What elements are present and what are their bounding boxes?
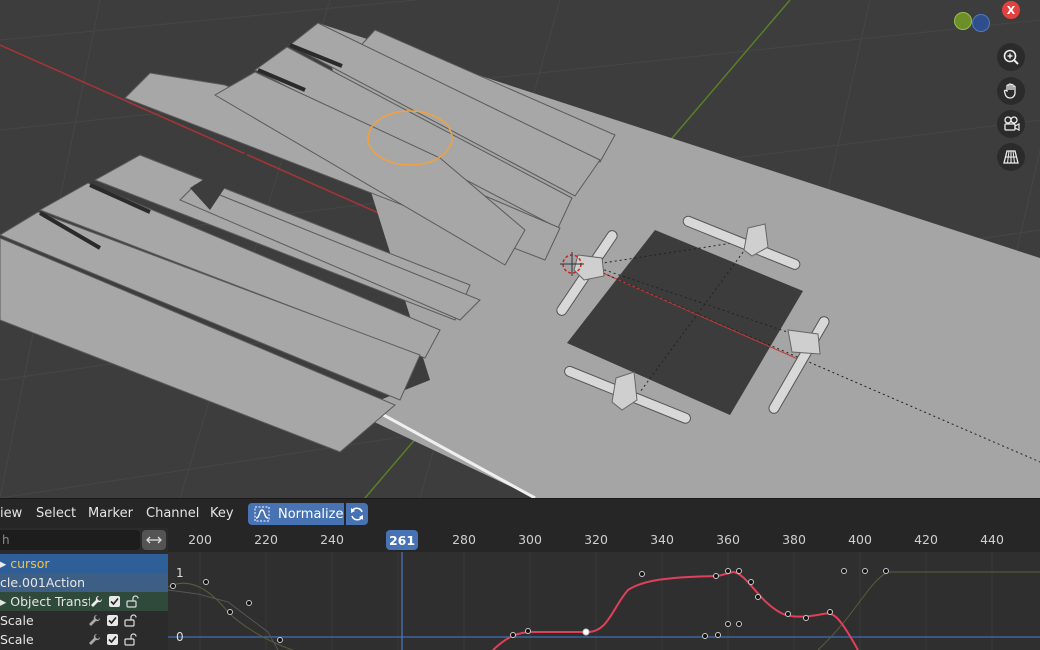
swap-arrows-icon (146, 536, 162, 544)
channel-search-text: h (2, 533, 10, 547)
channel-fcurve-toggles (88, 630, 138, 649)
camera-view-icon (1004, 116, 1020, 131)
pan-button[interactable] (997, 77, 1025, 105)
frame-tick: 320 (584, 532, 608, 547)
gizmo-x-axis-dot[interactable]: X (1002, 1, 1020, 19)
normalize-toggle-button[interactable]: Normalize (248, 503, 344, 525)
channel-object-name: cursor (10, 556, 50, 571)
perspective-toggle-button[interactable] (997, 143, 1025, 171)
zoom-button[interactable] (997, 43, 1025, 71)
channel-row-group[interactable]: ▸ Object Transfo (0, 592, 168, 611)
visibility-checkbox[interactable] (107, 634, 118, 645)
expand-arrow-icon: ▸ (0, 594, 7, 609)
fcurve-plot (168, 552, 1040, 650)
frame-tick: 300 (518, 532, 542, 547)
refresh-icon (351, 507, 363, 521)
channel-row-action[interactable]: cle.001Action (0, 573, 168, 592)
graph-editor-header: iew Select Marker Channel Key Normalize (0, 498, 1040, 528)
menu-select[interactable]: Select (36, 506, 76, 521)
frame-tick: 360 (716, 532, 740, 547)
inactive-fcurve (168, 571, 1040, 650)
menu-channel[interactable]: Channel (146, 506, 199, 521)
inactive-fcurve (168, 589, 279, 650)
gizmo-x-label: X (1006, 3, 1016, 17)
frame-tick: 440 (980, 532, 1004, 547)
gizmo-y-axis-dot[interactable] (954, 12, 972, 30)
zoom-icon (1003, 49, 1019, 65)
normalize-refresh-button[interactable] (346, 503, 368, 525)
pan-hand-icon (1003, 83, 1016, 99)
wrench-icon[interactable] (88, 614, 101, 627)
wrench-icon[interactable] (88, 633, 101, 646)
channel-row-fcurve[interactable]: Scale (0, 630, 168, 649)
menu-marker[interactable]: Marker (88, 506, 133, 521)
active-fcurve (492, 570, 859, 650)
frame-tick: 380 (782, 532, 806, 547)
channel-object-label: ▸ cursor (0, 554, 50, 573)
channel-list-panel: h ▸ cursor cle.001Action ▸ Object Transf… (0, 528, 168, 650)
y-axis-label-bottom: 0 (176, 630, 184, 644)
gizmo-z-axis-dot[interactable] (972, 14, 990, 32)
unlock-icon[interactable] (124, 633, 138, 646)
wrench-icon[interactable] (90, 595, 103, 608)
frame-tick: 200 (188, 532, 212, 547)
frame-tick: 220 (254, 532, 278, 547)
channel-group-name: Object Transfo (10, 594, 101, 609)
graph-editor: iew Select Marker Channel Key Normalize … (0, 498, 1040, 650)
menu-key[interactable]: Key (210, 506, 234, 521)
unlock-icon[interactable] (126, 595, 140, 608)
channel-action-name: cle.001Action (0, 575, 86, 590)
camera-view-button[interactable] (997, 110, 1025, 138)
channel-row-fcurve[interactable]: Scale (0, 611, 168, 630)
frame-tick: 400 (848, 532, 872, 547)
expand-arrow-icon: ▸ (0, 556, 7, 571)
channel-fcurve-toggles (88, 611, 138, 630)
scene-render (0, 0, 1040, 498)
filter-toggle-button[interactable] (142, 530, 166, 550)
frame-tick: 240 (320, 532, 344, 547)
channel-row-object[interactable]: ▸ cursor (0, 554, 168, 573)
normalize-curve-icon (254, 506, 270, 522)
normalize-label: Normalize (278, 506, 344, 522)
frame-tick: 280 (452, 532, 476, 547)
fcurve-canvas[interactable] (168, 552, 1040, 650)
3d-viewport[interactable]: X (0, 0, 1040, 498)
menu-view[interactable]: iew (0, 506, 22, 521)
channel-group-label: ▸ Object Transfo (0, 592, 100, 611)
frame-tick: 340 (650, 532, 674, 547)
frame-tick: 420 (914, 532, 938, 547)
current-frame-indicator[interactable]: 261 (386, 530, 418, 550)
channel-search-input[interactable]: h (0, 530, 140, 550)
curve-grid (199, 552, 993, 650)
timeline-ruler[interactable]: 200 220 240 280 300 320 340 360 380 400 … (168, 528, 1040, 552)
perspective-grid-icon (1003, 150, 1019, 164)
channel-group-toggles (90, 592, 140, 611)
visibility-checkbox[interactable] (107, 615, 118, 626)
channel-fcurve-name: Scale (0, 613, 34, 628)
y-axis-label-top: 1 (176, 566, 184, 580)
visibility-checkbox[interactable] (109, 596, 120, 607)
channel-fcurve-name: Scale (0, 632, 34, 647)
unlock-icon[interactable] (124, 614, 138, 627)
